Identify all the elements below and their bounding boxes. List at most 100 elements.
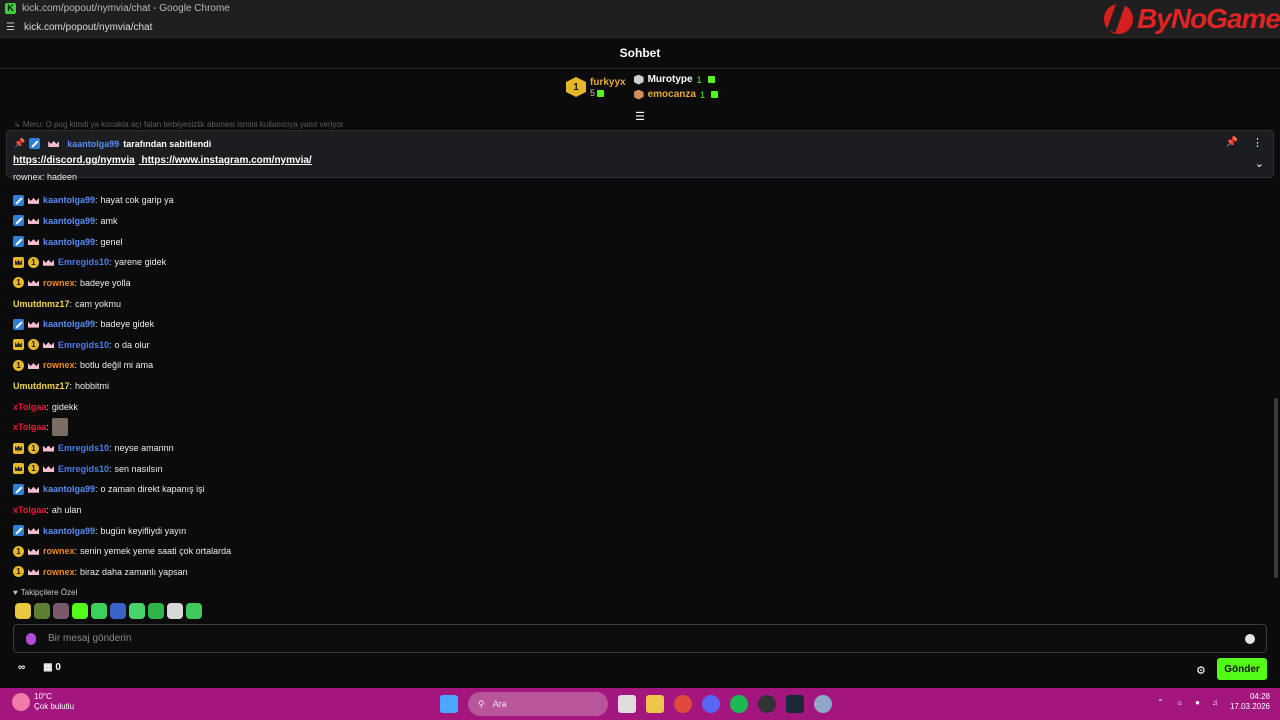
app-icon[interactable] [758, 695, 776, 713]
emote-icon[interactable] [91, 603, 107, 619]
chevron-up-icon[interactable]: ⌃ [1157, 698, 1164, 707]
pinned-header: 📌 kaantolga99 tarafından sabitlendi [14, 138, 211, 149]
crown-badge-icon [13, 442, 24, 454]
subscriber-badge-icon [28, 484, 39, 495]
message-username[interactable]: Emregids10 [58, 257, 109, 267]
chrome-icon[interactable] [674, 695, 692, 713]
emote-bar [15, 603, 202, 619]
partial-message: rownex: hadeen [13, 172, 78, 182]
moderator-badge-icon [13, 236, 24, 248]
microphone-tray-icon[interactable]: ● [1195, 698, 1200, 707]
emote-icon[interactable] [129, 603, 145, 619]
message-text: badeye yolla [80, 277, 131, 288]
microphone-icon[interactable] [26, 632, 36, 645]
chevron-down-icon[interactable]: ⌄ [1255, 157, 1264, 170]
speaker-icon[interactable]: ♫ [1212, 698, 1218, 707]
chat-message: xTolgaa: [13, 417, 1263, 438]
chat-message: 1 rownex: badeye yolla [13, 273, 1263, 294]
message-username[interactable]: Emregids10 [58, 443, 109, 453]
emote-icon[interactable] [34, 603, 50, 619]
message-username[interactable]: Emregids10 [58, 464, 109, 474]
emote-icon[interactable] [72, 603, 88, 619]
site-info-icon[interactable]: ☰ [6, 22, 20, 33]
message-text: cam yokmu [75, 298, 122, 309]
send-button[interactable]: Gönder [1217, 658, 1267, 680]
pinned-author[interactable]: kaantolga99 [67, 139, 119, 149]
gifter-badge-icon: 1 [13, 566, 24, 578]
leaderboard-first[interactable]: 1 furkyyx 5 [566, 74, 626, 100]
discord-link[interactable]: https://discord.gg/nymvia [13, 155, 135, 166]
more-options-icon[interactable]: ⋮ [1252, 136, 1263, 149]
emoji-picker-icon[interactable] [1245, 633, 1255, 644]
screen: K kick.com/popout/nymvia/chat - Google C… [0, 0, 1280, 720]
search-icon: ⚲ [478, 698, 485, 709]
message-username[interactable]: kaantolga99 [43, 526, 95, 536]
leaderboard-third[interactable]: emocanza 1 [633, 89, 718, 100]
emote-icon[interactable] [186, 603, 202, 619]
emote-icon[interactable] [110, 603, 126, 619]
message-username[interactable]: kaantolga99 [43, 237, 95, 247]
emote-image-icon[interactable] [51, 418, 68, 437]
message-username[interactable]: rownex [43, 546, 75, 556]
weather-widget[interactable]: 10°C Çok bulutlu [12, 692, 74, 712]
emote-icon[interactable] [15, 603, 31, 619]
temperature: 10°C [34, 692, 52, 701]
steam-icon[interactable] [786, 695, 804, 713]
message-username[interactable]: kaantolga99 [43, 319, 95, 329]
message-username[interactable]: kaantolga99 [43, 216, 95, 226]
message-text: biraz daha zamanlı yapsan [80, 566, 188, 577]
message-username[interactable]: Umutdnmz17 [13, 381, 70, 391]
message-username[interactable]: kaantolga99 [43, 484, 95, 494]
network-icon[interactable]: ☼ [1176, 698, 1183, 707]
spotify-icon[interactable] [730, 695, 748, 713]
store-points[interactable]: ▦ 0 [43, 662, 61, 673]
windows-start-icon[interactable] [440, 695, 458, 713]
subscriber-badge-icon [28, 236, 39, 247]
url-text[interactable]: kick.com/popout/nymvia/chat [24, 22, 152, 33]
message-text: senin yemek yeme saati çok ortalarda [80, 546, 232, 557]
chat-message: Umutdnmz17: hobbitmi [13, 381, 110, 392]
address-bar[interactable]: ☰ kick.com/popout/nymvia/chat [0, 17, 1280, 38]
message-username[interactable]: kaantolga99 [43, 195, 95, 205]
chat-message: 1 Emregids10: yarene gidek [13, 252, 1263, 273]
message-username[interactable]: xTolgaa [13, 402, 46, 412]
message-username[interactable]: xTolgaa [13, 422, 46, 432]
file-explorer-icon[interactable] [646, 695, 664, 713]
subscriber-badge-icon [43, 257, 54, 268]
chat-header: Sohbet [0, 38, 1280, 69]
subscriber-badge-icon [28, 525, 39, 536]
message-username[interactable]: rownex [43, 360, 75, 370]
emote-icon[interactable] [148, 603, 164, 619]
chat-settings-gear-icon[interactable]: ⚙ [1196, 664, 1206, 677]
unpin-icon[interactable]: 📌 [1226, 137, 1238, 148]
emote-icon[interactable] [53, 603, 69, 619]
task-view-icon[interactable] [618, 695, 636, 713]
settings-icon[interactable] [814, 695, 832, 713]
message-username[interactable]: rownex [43, 567, 75, 577]
emote-icon[interactable] [167, 603, 183, 619]
chat-message-input[interactable] [48, 633, 1245, 644]
message-username[interactable]: rownex [43, 278, 75, 288]
clock[interactable]: 04:28 17.03.2026 [1230, 692, 1270, 712]
leaderboard-second[interactable]: Murotype 1 [633, 74, 718, 85]
leader-first-count: 5 [590, 87, 596, 98]
chat-scrollbar[interactable] [1274, 398, 1278, 578]
instagram-link[interactable]: https://www.instagram.com/nymvia/ [141, 155, 311, 166]
crown-badge-icon [13, 256, 24, 268]
chat-message: 1 rownex: botlu değil mi ama [13, 355, 1263, 376]
heart-icon: ♥ [13, 588, 18, 597]
channel-points-infinity-icon[interactable]: ∞ [18, 662, 25, 673]
moderator-badge-icon [13, 215, 24, 227]
pin-icon: 📌 [14, 138, 26, 148]
message-username[interactable]: Umutdnmz17 [13, 299, 70, 309]
taskbar-search[interactable]: ⚲ Ara [468, 692, 608, 716]
bynogame-logo-icon [1104, 4, 1134, 34]
message-username[interactable]: Emregids10 [58, 340, 109, 350]
message-username[interactable]: xTolgaa [13, 505, 46, 515]
collapse-leaderboard-icon[interactable]: ☰ [634, 112, 646, 123]
gifter-badge-icon: 1 [13, 545, 24, 557]
gifter-badge-icon: 1 [28, 442, 39, 454]
chat-message: kaantolga99: hayat cok garip ya [13, 190, 1263, 211]
windows-taskbar: 10°C Çok bulutlu ⚲ Ara ⌃ ☼ ● ♫ 04:28 17.… [0, 688, 1280, 720]
discord-icon[interactable] [702, 695, 720, 713]
